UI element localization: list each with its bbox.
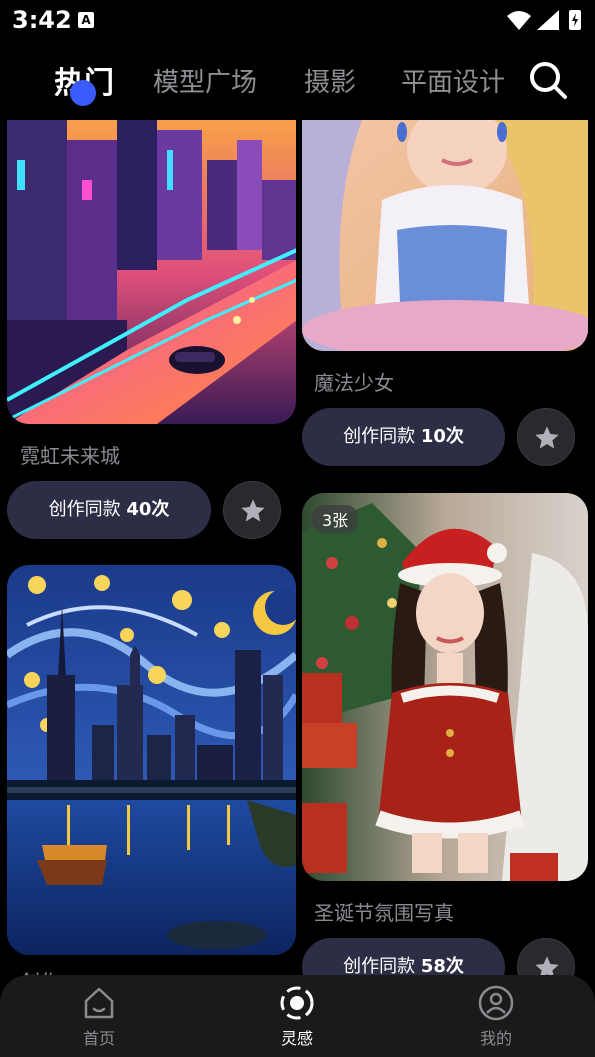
card-caption: 霓虹未来城	[20, 444, 120, 468]
notification-icon: A	[78, 12, 94, 28]
bottom-navigation: 首页 灵感 我的	[0, 975, 595, 1057]
nav-profile-label: 我的	[479, 1029, 512, 1048]
create-count: 58次	[420, 956, 464, 977]
search-icon[interactable]	[528, 60, 568, 100]
nav-home[interactable]: 首页	[59, 985, 139, 1055]
nav-profile[interactable]: 我的	[456, 985, 536, 1055]
nav-inspiration[interactable]: 灵感	[257, 985, 337, 1055]
christmas-image[interactable]: 3张	[302, 493, 588, 881]
create-count: 10次	[420, 426, 464, 447]
create-same-button[interactable]: 创作同款 40次	[7, 481, 211, 539]
tab-graphic-design[interactable]: 平面设计	[401, 62, 505, 99]
favorite-button[interactable]	[223, 481, 281, 539]
inspiration-icon	[280, 986, 314, 1020]
touch-indicator	[70, 80, 96, 106]
profile-icon	[478, 985, 514, 1021]
tab-photography[interactable]: 摄影	[304, 62, 356, 99]
wifi-icon	[507, 11, 531, 30]
tab-model-square[interactable]: 模型广场	[153, 62, 257, 99]
star-icon	[241, 499, 265, 522]
system-status-icons	[507, 10, 581, 30]
nav-home-label: 首页	[82, 1029, 115, 1048]
create-label: 创作同款	[343, 426, 416, 447]
create-label: 创作同款	[343, 956, 416, 977]
starry-city-image[interactable]	[7, 565, 296, 955]
signal-icon	[537, 10, 559, 30]
neon-city-image[interactable]	[7, 120, 296, 424]
card-caption: 魔法少女	[314, 371, 394, 395]
star-icon	[535, 426, 559, 449]
card-caption: 圣诞节氛围写真	[314, 901, 454, 925]
home-icon	[84, 987, 114, 1019]
magic-girl-image[interactable]	[302, 120, 588, 351]
create-same-button[interactable]: 创作同款 10次	[302, 408, 505, 466]
status-time: 3:42	[12, 6, 72, 34]
status-bar: 3:42 A	[0, 0, 595, 40]
create-label: 创作同款	[48, 499, 121, 520]
favorite-button[interactable]	[517, 408, 575, 466]
image-count-badge: 3张	[312, 505, 359, 533]
nav-inspiration-label: 灵感	[280, 1029, 313, 1048]
category-tabs: 热门 模型广场 摄影 平面设计	[0, 50, 595, 110]
create-count: 40次	[126, 499, 170, 520]
